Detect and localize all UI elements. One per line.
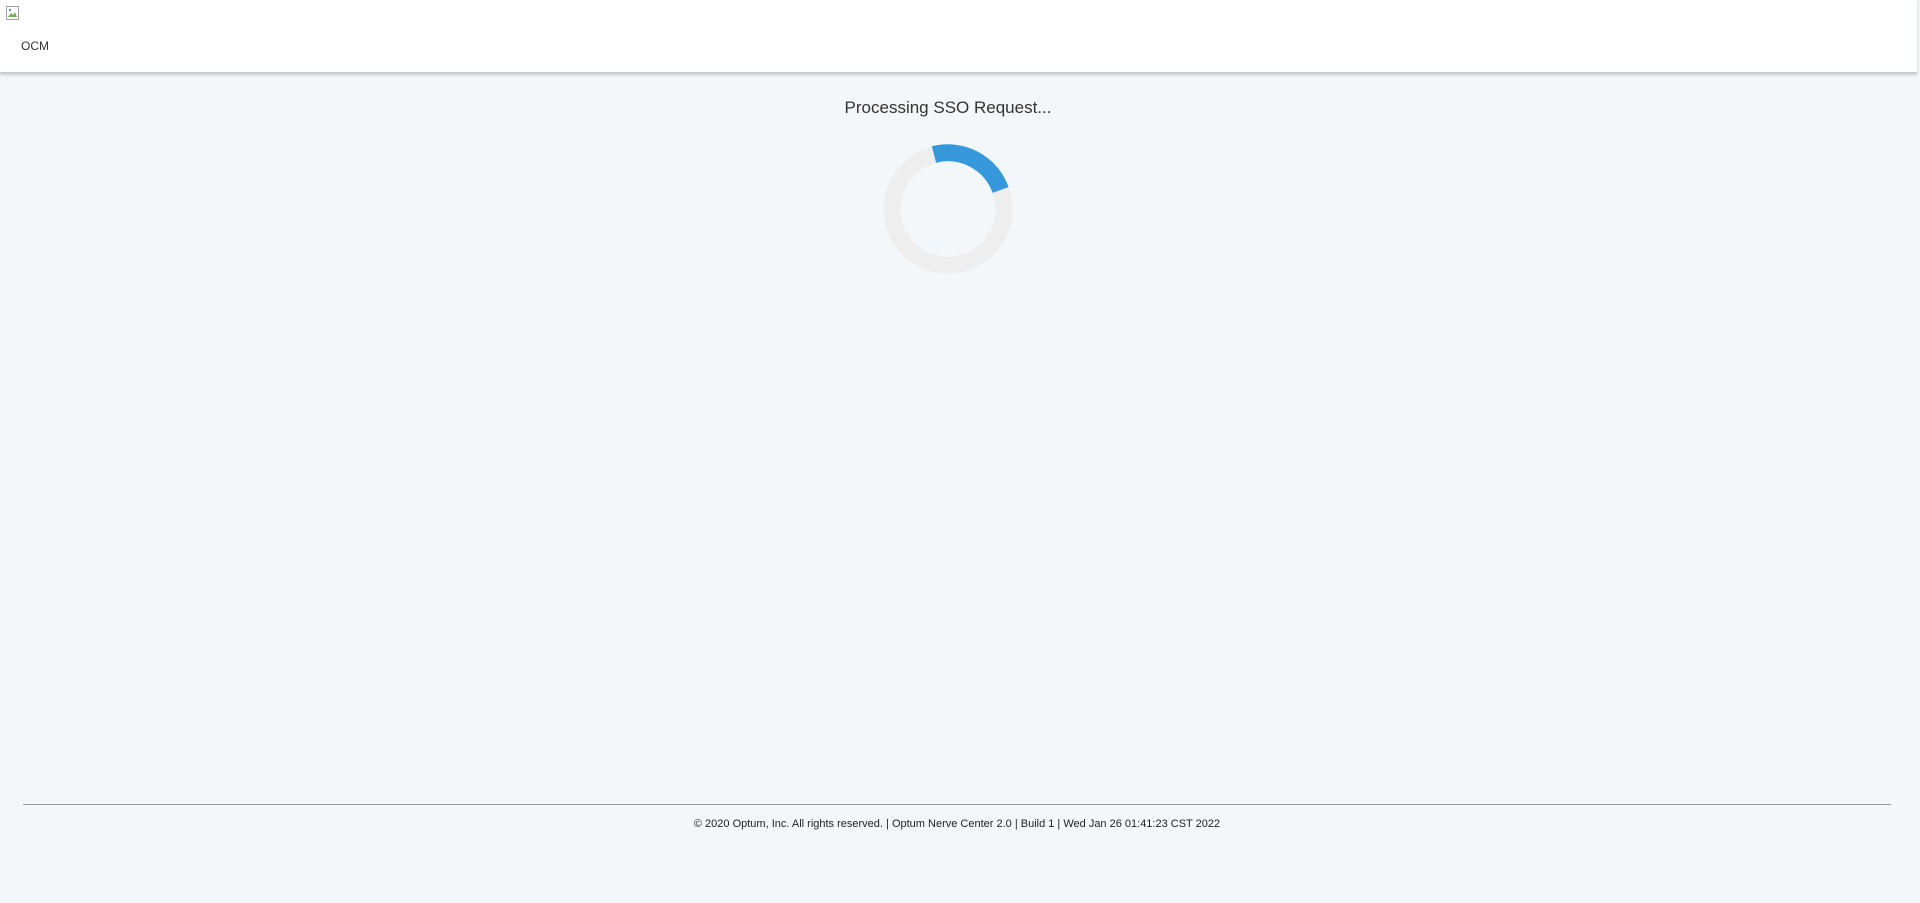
footer-divider [23, 804, 1891, 805]
broken-image-icon [6, 6, 20, 20]
footer-copyright: © 2020 Optum, Inc. All rights reserved. … [693, 818, 1221, 830]
app-header: OCM [0, 0, 1917, 73]
status-message: Processing SSO Request... [844, 98, 1052, 117]
loading-spinner-icon [883, 144, 1013, 274]
app-name: OCM [21, 39, 49, 53]
